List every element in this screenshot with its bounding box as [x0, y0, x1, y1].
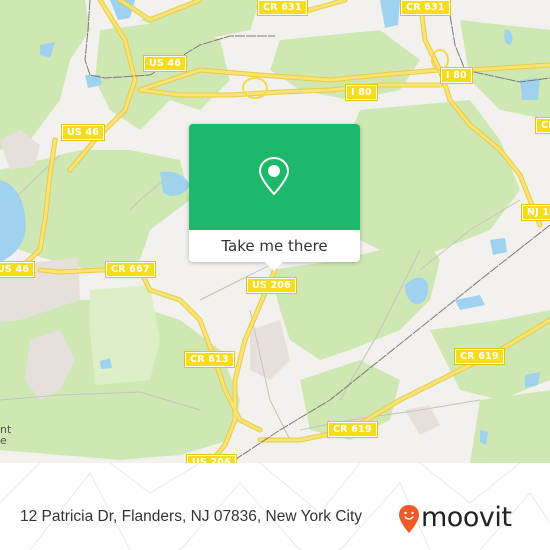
road-label-nj10: NJ 10 [520, 204, 550, 221]
road-label-cr619: CR 619 [327, 421, 378, 438]
road-label-us46: US 46 [60, 124, 106, 141]
meadow-area [90, 285, 160, 385]
location-popup[interactable]: Take me there [189, 124, 360, 271]
take-me-there-button[interactable]: Take me there [189, 230, 360, 262]
road-label-us46: US 46 [0, 261, 36, 278]
road-label-us46: US 46 [142, 55, 188, 72]
map-view[interactable]: CR 631 CR 631 US 46 US 46 US 46 I 80 I 8… [0, 0, 550, 463]
road-label-cr667: CR 667 [105, 261, 156, 278]
popup-pointer [265, 262, 283, 271]
map-pin-icon [258, 156, 290, 196]
road-label-i80: I 80 [345, 84, 378, 101]
road-label-us206: US 206 [246, 277, 297, 294]
road-label-cr631: CR 631 [257, 0, 308, 16]
road-label-cr631: CR 631 [400, 0, 451, 16]
popup-header [189, 124, 360, 230]
road-label-i80: I 80 [440, 67, 473, 84]
road-label-cr613: CR 613 [184, 351, 235, 368]
moovit-wordmark: moovit [421, 502, 512, 533]
address-text: 12 Patricia Dr, Flanders, NJ 07836, New … [20, 508, 363, 525]
road-label-cr: CR [535, 117, 550, 134]
road-label-cr619: CR 619 [454, 348, 505, 365]
moovit-smiley-pin-icon [399, 505, 419, 533]
place-label: e [0, 434, 7, 447]
road-label-us206: US 206 [186, 454, 237, 463]
